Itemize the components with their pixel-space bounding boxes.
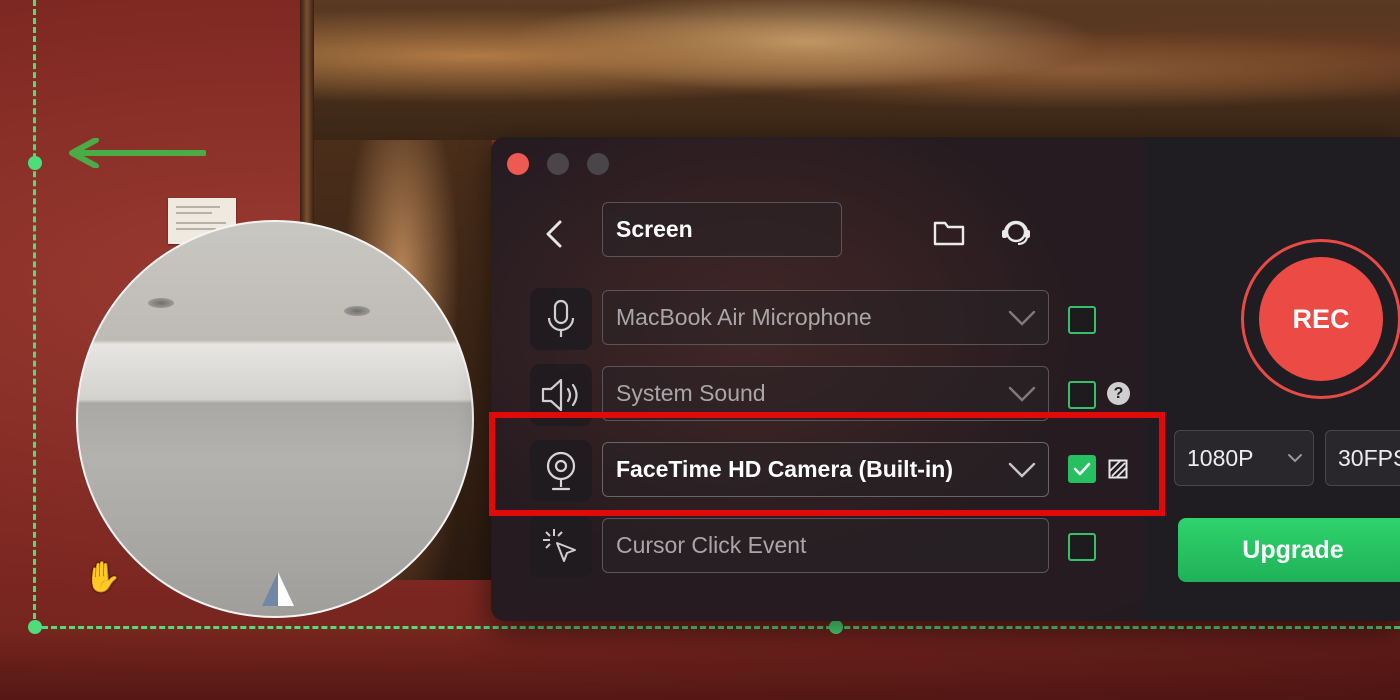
cursor-click-checkbox[interactable] <box>1068 533 1096 561</box>
chevron-down-icon <box>1008 310 1036 326</box>
rec-button[interactable]: REC <box>1259 257 1383 381</box>
cursor-click-select[interactable]: Cursor Click Event <box>602 518 1049 573</box>
system-sound-checkbox[interactable] <box>1068 381 1096 409</box>
support-headset-icon[interactable] <box>999 215 1033 249</box>
cursor-click-icon <box>543 529 576 562</box>
source-label: Screen <box>616 216 693 242</box>
back-button[interactable] <box>540 217 568 251</box>
resolution-value: 1080P <box>1187 444 1254 471</box>
fps-value: 30FPS <box>1338 444 1400 471</box>
chevron-left-icon <box>546 220 562 248</box>
microphone-select-label: MacBook Air Microphone <box>616 304 872 330</box>
camera-preview-bubble[interactable] <box>76 220 474 618</box>
source-select[interactable]: Screen <box>602 202 842 257</box>
microphone-icon <box>547 299 575 337</box>
cursor-row-icon <box>530 516 592 578</box>
selection-border-left[interactable] <box>33 0 36 628</box>
resize-handle-bottom[interactable] <box>829 620 843 634</box>
arrow-left-icon <box>69 138 206 168</box>
upgrade-button[interactable]: Upgrade <box>1178 518 1400 582</box>
camera-logo-icon <box>262 572 294 606</box>
floor-shadow <box>0 630 1400 700</box>
help-icon-label: ? <box>1113 384 1124 402</box>
resize-handle-left[interactable] <box>28 156 42 170</box>
chevron-down-icon <box>1008 386 1036 402</box>
fps-select[interactable]: 30FPS <box>1325 430 1400 486</box>
window-close-button[interactable] <box>507 153 529 175</box>
cursor-click-select-label: Cursor Click Event <box>616 532 807 558</box>
folder-icon[interactable] <box>932 215 966 249</box>
rec-button-label: REC <box>1292 303 1350 334</box>
microphone-row-icon <box>530 288 592 350</box>
system-sound-select-label: System Sound <box>616 380 766 406</box>
hand-cursor-icon: ✋ <box>84 561 122 594</box>
camera-row-highlight <box>489 412 1165 516</box>
resize-handle-bottom-left[interactable] <box>28 620 42 634</box>
microphone-select[interactable]: MacBook Air Microphone <box>602 290 1049 345</box>
background-painting <box>312 0 1400 140</box>
window-zoom-button[interactable] <box>587 153 609 175</box>
recorder-panel: Screen MacBook Air Microphone System Sou… <box>491 137 1400 621</box>
resolution-select[interactable]: 1080P <box>1174 430 1314 486</box>
help-icon[interactable]: ? <box>1107 382 1130 405</box>
microphone-checkbox[interactable] <box>1068 306 1096 334</box>
chevron-down-icon <box>1288 454 1302 463</box>
window-minimize-button[interactable] <box>547 153 569 175</box>
selection-border-bottom[interactable] <box>33 626 1400 629</box>
speaker-icon <box>541 378 578 412</box>
upgrade-button-label: Upgrade <box>1242 535 1344 564</box>
